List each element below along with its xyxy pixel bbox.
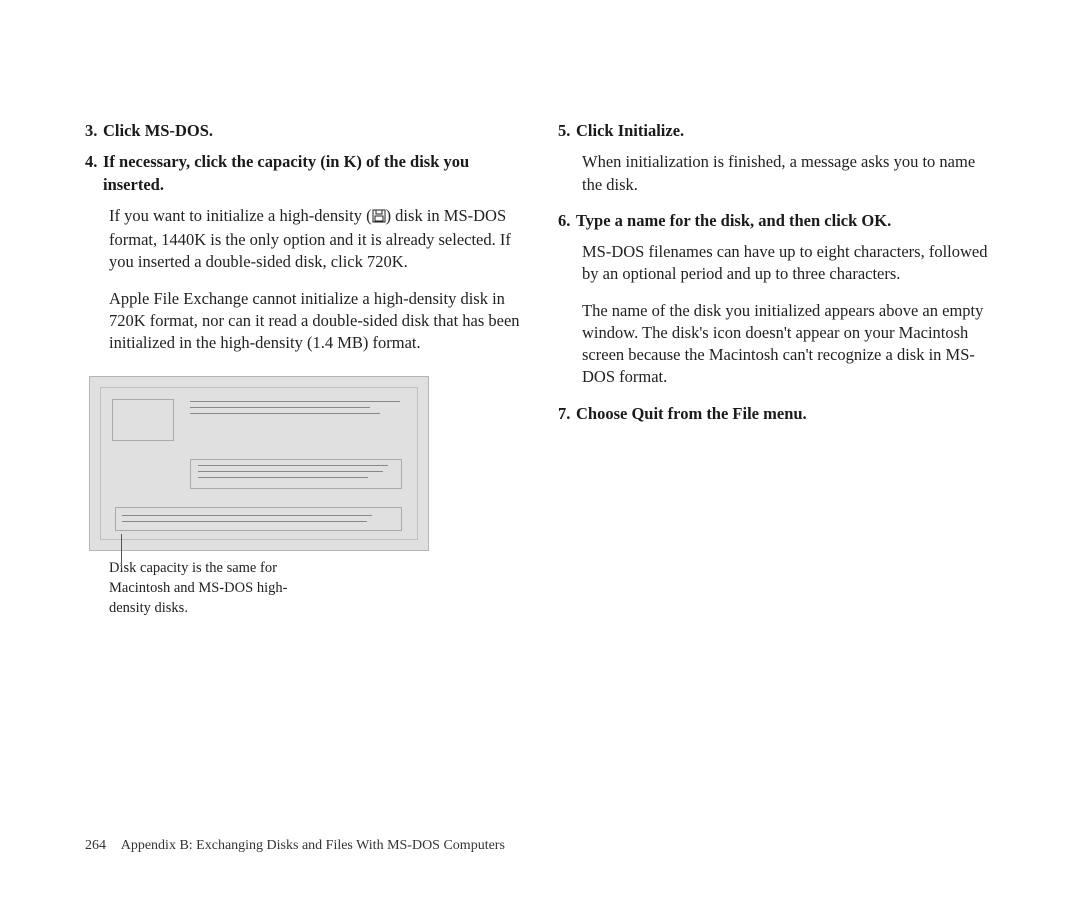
figure-caption: Disk capacity is the same for Macintosh …: [109, 559, 329, 618]
step-title: Choose Quit from the File menu.: [576, 403, 995, 425]
step-4-heading: 4. If necessary, click the capacity (in …: [85, 151, 522, 196]
figure-detail: [190, 401, 400, 402]
step-6-paragraph-1: MS-DOS filenames can have up to eight ch…: [582, 241, 995, 286]
text-before-icon: If you want to initialize a high-density…: [109, 206, 372, 225]
step-number: 6.: [558, 210, 576, 232]
figure-detail: [198, 465, 388, 466]
step-7-heading: 7. Choose Quit from the File menu.: [558, 403, 995, 425]
step-title: If necessary, click the capacity (in K) …: [103, 151, 522, 196]
step-4-paragraph-2: Apple File Exchange cannot initialize a …: [109, 288, 522, 355]
figure-detail: [122, 521, 367, 522]
step-5-heading: 5. Click Initialize.: [558, 120, 995, 142]
right-column: 5. Click Initialize. When initialization…: [558, 120, 995, 618]
callout-leader-line: [121, 534, 122, 568]
step-number: 7.: [558, 403, 576, 425]
screenshot-figure: [89, 376, 429, 551]
page-footer: 264 Appendix B: Exchanging Disks and Fil…: [85, 838, 505, 854]
step-4-paragraph-1: If you want to initialize a high-density…: [109, 205, 522, 274]
step-5-paragraph-1: When initialization is finished, a messa…: [582, 151, 995, 196]
figure-detail: [115, 507, 402, 531]
step-number: 5.: [558, 120, 576, 142]
left-column: 3. Click MS-DOS. 4. If necessary, click …: [85, 120, 522, 618]
figure-detail: [122, 515, 372, 516]
step-6-paragraph-2: The name of the disk you initialized app…: [582, 300, 995, 389]
step-3-heading: 3. Click MS-DOS.: [85, 120, 522, 142]
step-title: Click Initialize.: [576, 120, 995, 142]
page-content: 3. Click MS-DOS. 4. If necessary, click …: [0, 0, 1080, 668]
step-title: Click MS-DOS.: [103, 120, 522, 142]
step-6-heading: 6. Type a name for the disk, and then cl…: [558, 210, 995, 232]
footer-text: Appendix B: Exchanging Disks and Files W…: [121, 838, 505, 853]
figure-wrapper: Disk capacity is the same for Macintosh …: [85, 376, 522, 618]
figure-detail: [190, 407, 370, 408]
figure-detail: [190, 459, 402, 489]
figure-detail: [190, 413, 380, 414]
step-number: 4.: [85, 151, 103, 196]
high-density-disk-icon: [372, 207, 386, 229]
page-number: 264: [85, 838, 106, 853]
figure-detail: [198, 471, 383, 472]
step-number: 3.: [85, 120, 103, 142]
step-title: Type a name for the disk, and then click…: [576, 210, 995, 232]
figure-detail: [198, 477, 368, 478]
figure-detail: [112, 399, 174, 441]
